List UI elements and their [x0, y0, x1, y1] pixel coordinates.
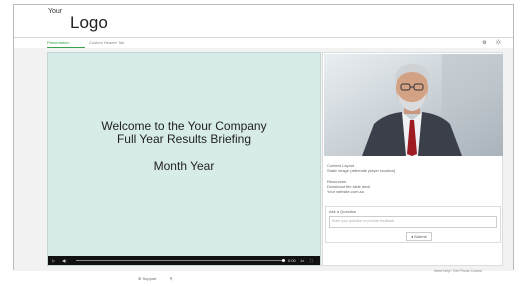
speed-button[interactable]: 1x: [300, 258, 304, 263]
submit-label: Submit: [414, 234, 427, 239]
ask-question-panel: Ask a Question Enter your question or pr…: [325, 206, 501, 243]
submit-button[interactable]: ◂ Submit: [406, 232, 432, 241]
app-frame: Your Logo Presentation Custom Header Tab…: [13, 4, 514, 273]
tab-presentation[interactable]: Presentation: [47, 40, 69, 45]
main-content: Welcome to the Your Company Full Year Re…: [14, 48, 513, 273]
fullscreen-icon[interactable]: ⛶: [310, 258, 313, 263]
support-button[interactable]: ⊕ Support: [138, 276, 162, 281]
ask-question-title: Ask a Question: [329, 209, 357, 214]
side-panel: Content Layout Static image (alternate p…: [322, 52, 503, 266]
logo-small-text: Your: [48, 8, 63, 15]
info-section: Content Layout Static image (alternate p…: [327, 163, 497, 200]
presenter-image: [324, 54, 503, 156]
slide-date: Month Year: [153, 159, 215, 173]
bottom-bar: ⊕ Support ⚲: [138, 276, 179, 281]
player-controls: ▷ ◀) 0:00 1x ⛶: [48, 256, 320, 265]
play-icon[interactable]: ▷: [52, 258, 55, 263]
slide-title-line-1: Welcome to the Your Company: [101, 119, 267, 133]
settings-icon[interactable]: ⚙: [482, 40, 486, 46]
progress-bar[interactable]: [76, 259, 285, 262]
time-display: 0:00: [288, 258, 296, 263]
video-player[interactable]: Welcome to the Your Company Full Year Re…: [47, 52, 321, 266]
tab-bar: Presentation Custom Header Tab ⚙ ⓪: [14, 37, 513, 48]
support-label: Support: [142, 276, 157, 281]
location-icon[interactable]: ⚲: [170, 276, 173, 281]
tab-custom-header[interactable]: Custom Header Tab: [89, 40, 125, 45]
content-layout-text: Static image (alternate player location): [327, 168, 396, 173]
logo: Logo: [70, 13, 108, 32]
help-icon[interactable]: ⓪: [496, 40, 501, 46]
toolbar: ⚙ ⓪: [474, 39, 501, 46]
presenter-photo: [324, 54, 503, 156]
header: Your Logo: [14, 5, 513, 37]
progress-handle[interactable]: [282, 259, 285, 262]
resource-link-website[interactable]: Your website.com.au: [327, 189, 497, 194]
question-input[interactable]: Enter your question or provide feedback: [329, 216, 497, 228]
volume-icon[interactable]: ◀): [62, 258, 66, 263]
help-link[interactable]: Need help? Get Phone Control: [434, 269, 482, 273]
slide-title-line-2: Full Year Results Briefing: [116, 132, 252, 146]
